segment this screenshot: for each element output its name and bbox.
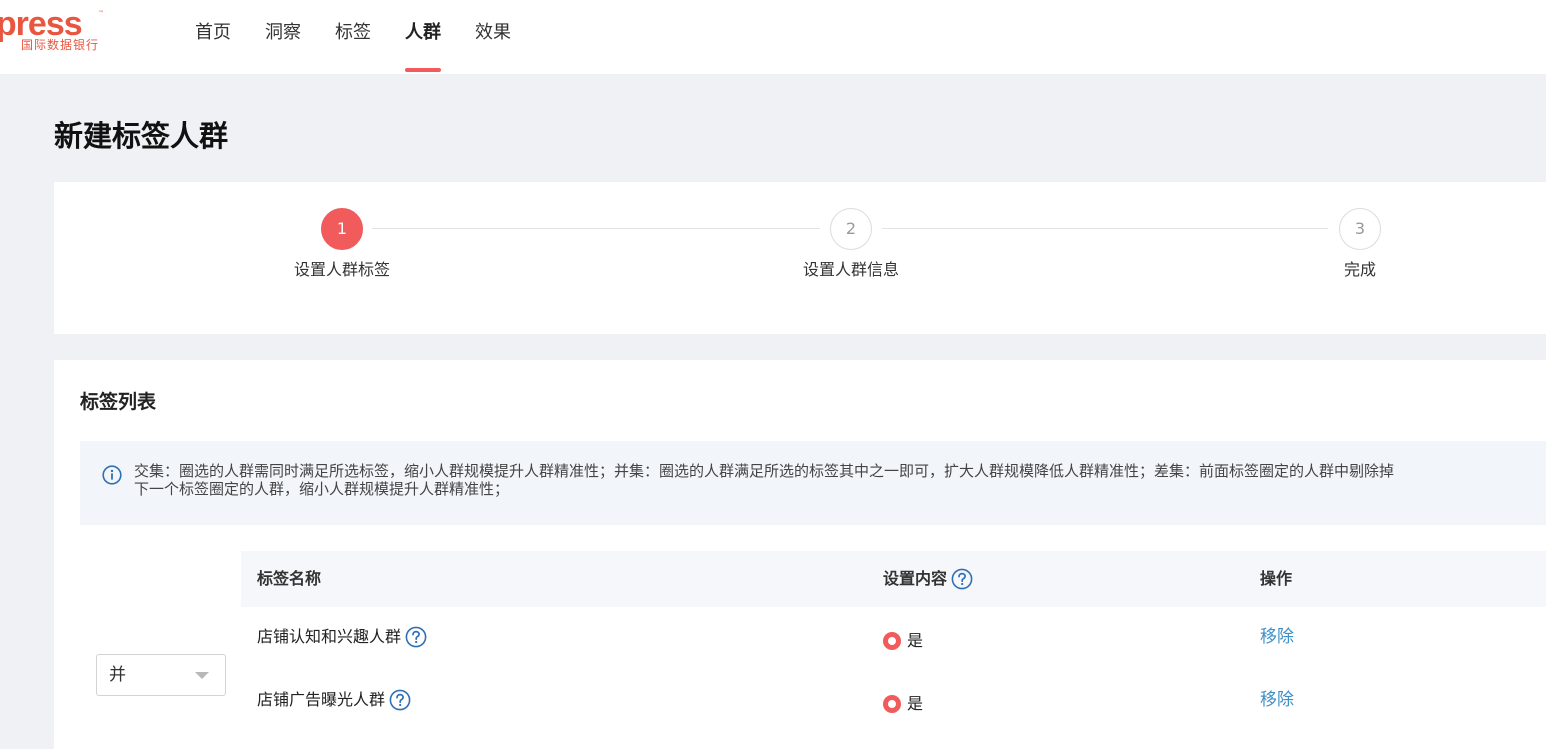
- step-1-circle: 1: [321, 208, 363, 250]
- step-2-circle: 2: [830, 208, 872, 250]
- combinator-select[interactable]: 并: [96, 654, 226, 696]
- info-text-line-1: 交集：圈选的人群需同时满足所选标签，缩小人群规模提升人群精准性；并集：圈选的人群…: [134, 462, 1395, 480]
- column-header-action: 操作: [1260, 569, 1293, 588]
- question-icon[interactable]: [389, 689, 411, 711]
- tag-value-cell[interactable]: 是: [883, 611, 923, 671]
- brand-logo[interactable]: xpress ™ 国际数据银行: [0, 6, 110, 56]
- logo-wordmark: xpress: [0, 6, 83, 43]
- remove-link[interactable]: 移除: [1260, 607, 1294, 667]
- step-1: 1 设置人群标签: [242, 208, 442, 282]
- info-icon: [102, 465, 122, 485]
- tag-value-cell[interactable]: 是: [883, 674, 923, 734]
- top-navigation-bar: xpress ™ 国际数据银行 首页 洞察 标签 人群 效果: [0, 0, 1546, 74]
- info-notice: 交集：圈选的人群需同时满足所选标签，缩小人群规模提升人群精准性；并集：圈选的人群…: [80, 441, 1546, 525]
- tag-name: 店铺广告曝光人群: [257, 690, 386, 709]
- tag-value-label: 是: [907, 694, 924, 713]
- nav-item-effect[interactable]: 效果: [458, 0, 528, 74]
- column-header-content-label: 设置内容: [883, 569, 948, 588]
- table-row: 店铺认知和兴趣人群 是 移除: [241, 607, 1546, 670]
- tag-list-card: 标签列表 交集：圈选的人群需同时满足所选标签，缩小人群规模提升人群精准性；并集：…: [54, 360, 1546, 749]
- step-3-label: 完成: [1343, 260, 1376, 279]
- nav-item-home[interactable]: 首页: [178, 0, 248, 74]
- remove-link[interactable]: 移除: [1260, 670, 1294, 730]
- tag-table: 标签名称 设置内容 操作 店铺认知和兴趣人群 是 移除 店铺广告曝光人群 是 移…: [241, 551, 1546, 733]
- chevron-down-icon: [195, 672, 209, 679]
- logo-subtitle: 国际数据银行: [21, 38, 100, 52]
- table-row: 店铺广告曝光人群 是 移除: [241, 670, 1546, 733]
- info-text: 交集：圈选的人群需同时满足所选标签，缩小人群规模提升人群精准性；并集：圈选的人群…: [134, 462, 1546, 498]
- radio-selected-icon[interactable]: [883, 632, 901, 650]
- tag-name-cell: 店铺广告曝光人群: [257, 670, 411, 730]
- nav-item-tags[interactable]: 标签: [318, 0, 388, 74]
- step-1-label: 设置人群标签: [293, 260, 390, 279]
- radio-selected-icon[interactable]: [883, 695, 901, 713]
- step-2-label: 设置人群信息: [802, 260, 899, 279]
- question-icon[interactable]: [405, 626, 427, 648]
- nav-item-insight[interactable]: 洞察: [248, 0, 318, 74]
- info-text-line-2: 下一个标签圈定的人群，缩小人群规模提升人群精准性；: [134, 480, 510, 498]
- tag-name: 店铺认知和兴趣人群: [257, 627, 402, 646]
- tag-list-title: 标签列表: [80, 391, 157, 413]
- step-3-circle: 3: [1339, 208, 1381, 250]
- column-header-name: 标签名称: [257, 569, 322, 588]
- page-title: 新建标签人群: [54, 119, 229, 153]
- logo-trademark: ™: [98, 10, 104, 17]
- combinator-value: 并: [109, 665, 126, 685]
- main-nav: 首页 洞察 标签 人群 效果: [178, 0, 528, 74]
- column-header-content: 设置内容: [883, 551, 973, 607]
- nav-item-audience[interactable]: 人群: [388, 0, 458, 74]
- steps-card: 1 设置人群标签 2 设置人群信息 3 完成: [54, 182, 1546, 334]
- tag-value-label: 是: [907, 631, 924, 650]
- table-header: 标签名称 设置内容 操作: [241, 551, 1546, 607]
- step-2: 2 设置人群信息: [751, 208, 951, 282]
- step-3: 3 完成: [1260, 208, 1460, 282]
- question-icon[interactable]: [951, 568, 973, 590]
- tag-name-cell: 店铺认知和兴趣人群: [257, 607, 427, 667]
